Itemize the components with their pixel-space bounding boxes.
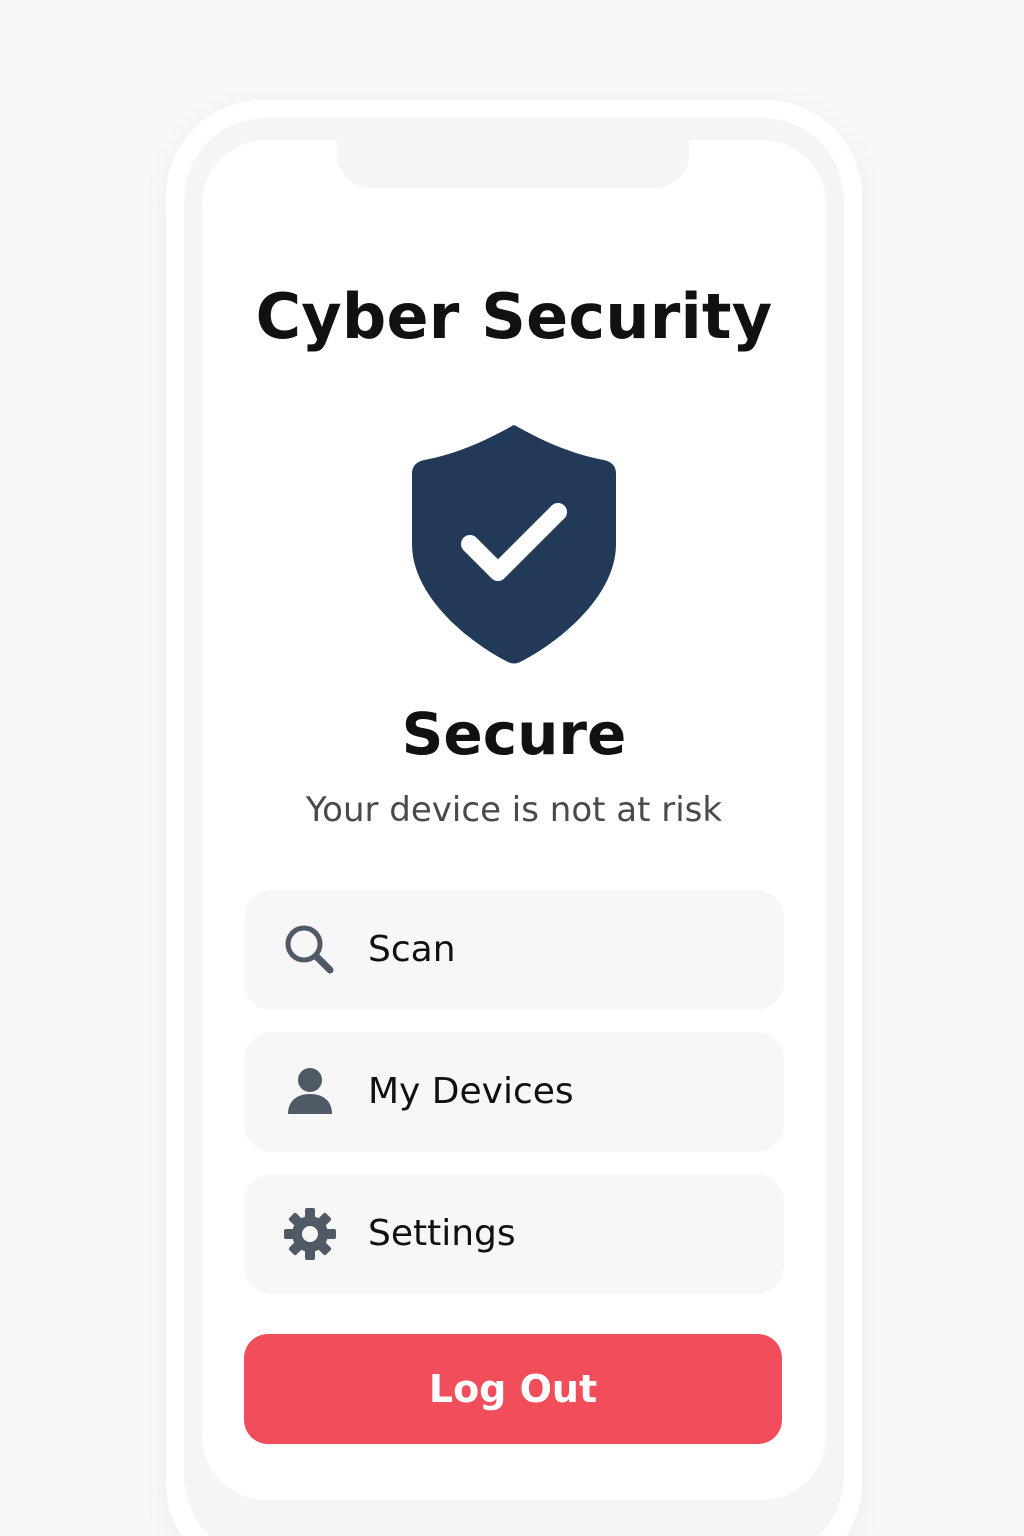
- phone-notch: [337, 140, 689, 188]
- user-icon: [282, 1064, 338, 1120]
- gear-icon: [282, 1206, 338, 1262]
- status-heading: Secure: [401, 700, 627, 768]
- app-title: Cyber Security: [255, 280, 773, 353]
- search-icon: [282, 922, 338, 978]
- status-message: Your device is not at risk: [305, 790, 723, 830]
- logout-button[interactable]: Log Out: [244, 1334, 782, 1444]
- page: Cyber Security Secure Your device is not…: [0, 0, 1024, 1536]
- menu-item-label: My Devices: [368, 1071, 574, 1112]
- phone-screen: Cyber Security Secure Your device is not…: [202, 140, 826, 1500]
- menu-item-label: Settings: [368, 1213, 516, 1254]
- menu-item-scan[interactable]: Scan: [244, 890, 784, 1010]
- menu-item-settings[interactable]: Settings: [244, 1174, 784, 1294]
- shield-check-icon: [408, 422, 620, 666]
- menu-item-label: Scan: [368, 929, 456, 970]
- menu-item-my-devices[interactable]: My Devices: [244, 1032, 784, 1152]
